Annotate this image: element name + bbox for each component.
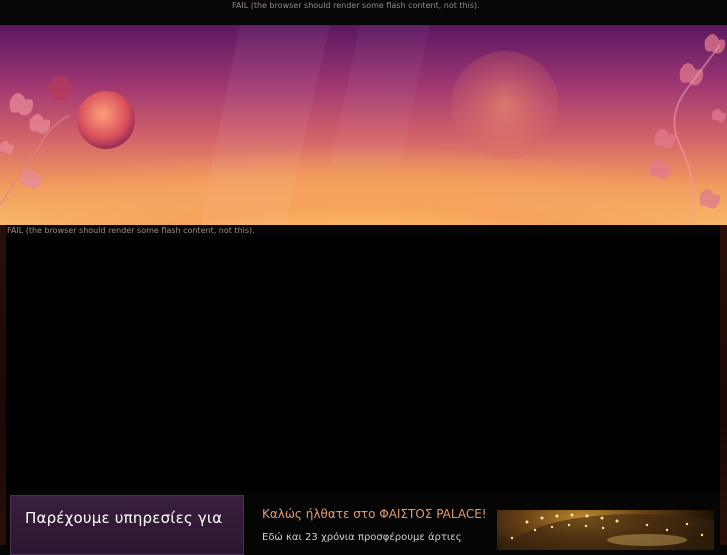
- hall-photo[interactable]: [497, 510, 714, 550]
- services-title: Παρέχουμε υπηρεσίες για: [25, 509, 223, 527]
- bubble-faint: [451, 51, 559, 159]
- hall-lights-image: [497, 513, 714, 550]
- welcome-title: Καλώς ήλθατε στο ΦΑΙΣΤΟΣ PALACE!: [262, 507, 487, 521]
- welcome-text: Εδώ και 23 χρόνια προσφέρουμε άρτιες: [262, 532, 462, 543]
- floral-decoration: [0, 25, 726, 225]
- flash-fail-message: FAIL (the browser should render some fla…: [232, 1, 480, 10]
- bubble-large: [77, 91, 135, 149]
- header-banner: [0, 25, 727, 225]
- flash-fail-message-main: FAIL (the browser should render some fla…: [7, 226, 255, 235]
- flash-content-area: [6, 236, 720, 491]
- flowers-right: [649, 34, 726, 209]
- right-border: [720, 225, 727, 545]
- top-flash-strip: FAIL (the browser should render some fla…: [0, 0, 727, 26]
- services-box: Παρέχουμε υπηρεσίες για: [10, 495, 244, 555]
